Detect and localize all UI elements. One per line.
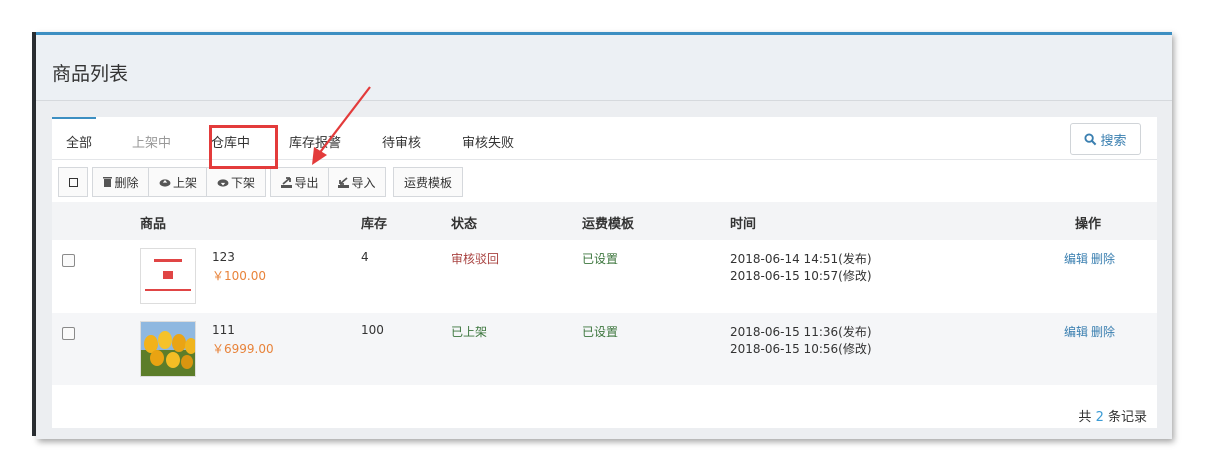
column-header-stock: 库存 xyxy=(361,217,388,232)
shipping-template-label: 运费模板 xyxy=(403,175,452,190)
unshelve-label: 下架 xyxy=(230,175,255,190)
page-title: 商品列表 xyxy=(52,63,129,85)
edit-link[interactable]: 编辑 xyxy=(1064,323,1088,340)
cloud-upload-icon xyxy=(159,178,171,187)
product-stock: 100 xyxy=(361,323,384,337)
trash-icon xyxy=(103,177,113,187)
delete-link[interactable]: 删除 xyxy=(1091,250,1115,267)
column-header-status: 状态 xyxy=(451,217,478,232)
export-label: 导出 xyxy=(294,175,319,190)
delete-link[interactable]: 删除 xyxy=(1091,323,1115,340)
export-icon xyxy=(281,176,293,188)
active-tab-indicator xyxy=(52,117,96,119)
table-row: 111 ￥6999.00 100 已上架 已设置 2018-06-15 11:3… xyxy=(52,313,1157,385)
modified-time: 2018-06-15 10:56(修改) xyxy=(730,342,872,356)
export-highlight-box xyxy=(209,125,278,169)
product-thumbnail[interactable] xyxy=(140,248,196,304)
row-checkbox[interactable] xyxy=(62,327,75,340)
unshelve-button[interactable]: 下架 xyxy=(206,167,266,197)
tab-pending-review[interactable]: 待审核 xyxy=(382,132,421,151)
product-name[interactable]: 123 xyxy=(212,250,235,264)
shipping-status: 已设置 xyxy=(582,252,619,266)
published-time: 2018-06-15 11:36(发布) xyxy=(730,325,872,339)
tab-all[interactable]: 全部 xyxy=(66,132,92,151)
record-count-number: 2 xyxy=(1095,410,1104,425)
annotation-arrow-icon xyxy=(312,86,371,165)
tab-review-failed[interactable]: 审核失败 xyxy=(462,132,514,151)
panel-header: 商品列表 xyxy=(36,35,1172,101)
product-price: ￥100.00 xyxy=(212,269,266,283)
column-header-shipping: 运费模板 xyxy=(582,217,635,232)
product-stock: 4 xyxy=(361,250,369,264)
modified-time: 2018-06-15 10:57(修改) xyxy=(730,269,872,283)
product-list-panel: 商品列表 全部 上架中 仓库中 库存报警 待审核 审核失败 搜索 删除 上架 下… xyxy=(36,32,1172,439)
product-name[interactable]: 111 xyxy=(212,323,235,337)
published-time: 2018-06-14 14:51(发布) xyxy=(730,252,872,266)
shelve-label: 上架 xyxy=(172,175,197,190)
status-badge: 已上架 xyxy=(451,325,488,339)
import-label: 导入 xyxy=(351,175,376,190)
search-button[interactable]: 搜索 xyxy=(1070,123,1141,155)
record-count-prefix: 共 xyxy=(1078,410,1092,425)
product-thumbnail[interactable] xyxy=(140,321,196,377)
record-count: 共 2 条记录 xyxy=(1078,406,1147,425)
column-header-product: 商品 xyxy=(140,217,167,232)
column-header-actions: 操作 xyxy=(1075,217,1102,232)
delete-label: 删除 xyxy=(114,175,139,190)
search-label: 搜索 xyxy=(1100,133,1127,149)
column-header-time: 时间 xyxy=(730,217,757,232)
shelve-button[interactable]: 上架 xyxy=(148,167,208,197)
shipping-template-button[interactable]: 运费模板 xyxy=(393,167,463,197)
checkbox-icon xyxy=(68,177,78,187)
status-badge: 审核驳回 xyxy=(451,252,500,266)
select-all-button[interactable] xyxy=(58,167,88,197)
row-checkbox[interactable] xyxy=(62,254,75,267)
table-row: 123 ￥100.00 4 审核驳回 已设置 2018-06-14 14:51(… xyxy=(52,240,1157,312)
edit-link[interactable]: 编辑 xyxy=(1064,250,1088,267)
delete-button[interactable]: 删除 xyxy=(92,167,150,197)
tulip-image xyxy=(141,322,195,376)
tab-on-sale[interactable]: 上架中 xyxy=(132,132,171,151)
record-count-suffix: 条记录 xyxy=(1107,410,1147,425)
shipping-status: 已设置 xyxy=(582,325,619,339)
table-header: 商品 库存 状态 运费模板 时间 操作 xyxy=(52,202,1157,240)
import-icon xyxy=(338,176,350,188)
search-icon xyxy=(1084,132,1097,145)
red-envelope-image xyxy=(141,249,195,303)
cloud-download-icon xyxy=(217,178,229,187)
product-price: ￥6999.00 xyxy=(212,342,274,356)
